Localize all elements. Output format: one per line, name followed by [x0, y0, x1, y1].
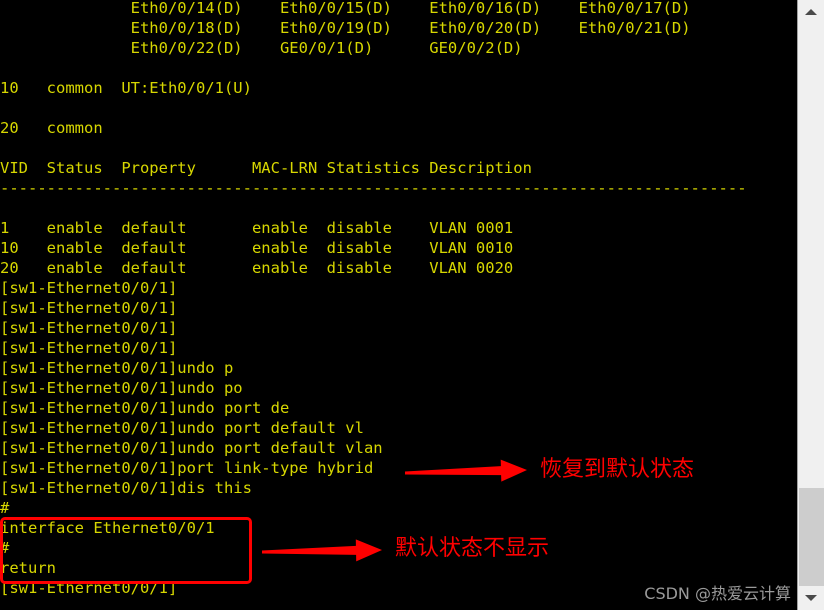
scrollbar-thumb[interactable]: [799, 488, 824, 586]
annotation-arrow-default-not-shown: [262, 539, 382, 562]
screenshot-root: Eth0/0/14(D) Eth0/0/15(D) Eth0/0/16(D) E…: [0, 0, 824, 610]
annotation-label-default-not-shown: 默认状态不显示: [395, 536, 550, 561]
chevron-down-icon: [805, 595, 817, 601]
csdn-watermark: CSDN @热爱云计算: [644, 584, 791, 603]
vertical-scrollbar[interactable]: [797, 0, 824, 610]
scroll-up-button[interactable]: [798, 0, 824, 24]
scroll-down-button[interactable]: [798, 586, 824, 610]
chevron-up-icon: [805, 9, 817, 15]
